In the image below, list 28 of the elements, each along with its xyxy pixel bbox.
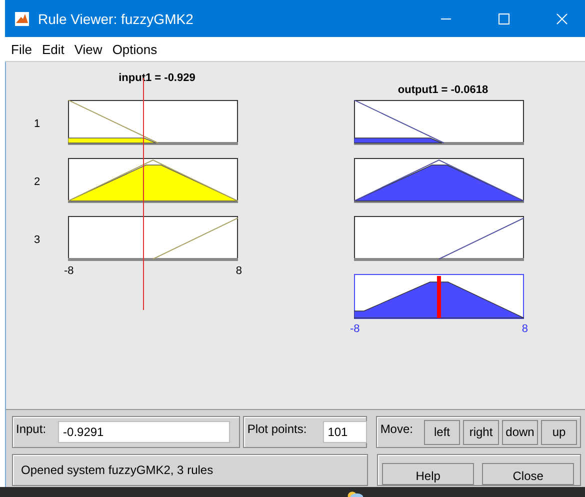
menu-item[interactable]: File xyxy=(11,42,32,56)
rule-number: 2 xyxy=(34,176,40,190)
move-button[interactable]: right xyxy=(463,420,499,444)
axis-label: 8 xyxy=(522,323,528,335)
input-label: Input: xyxy=(16,422,46,436)
plot-title: output1 = -0.0618 xyxy=(396,84,490,98)
move-button[interactable]: left xyxy=(424,420,460,444)
status-text: Opened system fuzzyGMK2, 3 rules xyxy=(21,463,214,477)
app-icon xyxy=(14,10,30,26)
plot-points-label: Plot points: xyxy=(247,422,307,436)
dialog-button[interactable]: Close xyxy=(482,463,574,485)
move-label: Move: xyxy=(380,422,413,436)
window-title: Rule Viewer: fuzzyGMK2 xyxy=(38,10,194,26)
plot-title: input1 = -0.929 xyxy=(118,72,196,86)
rule-number: 3 xyxy=(34,234,40,248)
dialog-button[interactable]: Help xyxy=(382,463,474,485)
axis-label: -8 xyxy=(64,265,74,277)
menu-item[interactable]: Edit xyxy=(42,42,64,56)
move-button[interactable]: down xyxy=(502,420,538,444)
move-button[interactable]: up xyxy=(541,420,577,444)
input-line[interactable] xyxy=(143,78,144,310)
axis-label: -8 xyxy=(350,323,360,335)
axis-label: 8 xyxy=(236,265,242,277)
rule-number: 1 xyxy=(34,118,40,132)
input-field[interactable]: -0.9291 xyxy=(58,421,230,443)
menu-item[interactable]: Options xyxy=(112,42,158,56)
plot-points-field[interactable]: 101 xyxy=(322,421,367,443)
menu-item[interactable]: View xyxy=(74,42,102,56)
